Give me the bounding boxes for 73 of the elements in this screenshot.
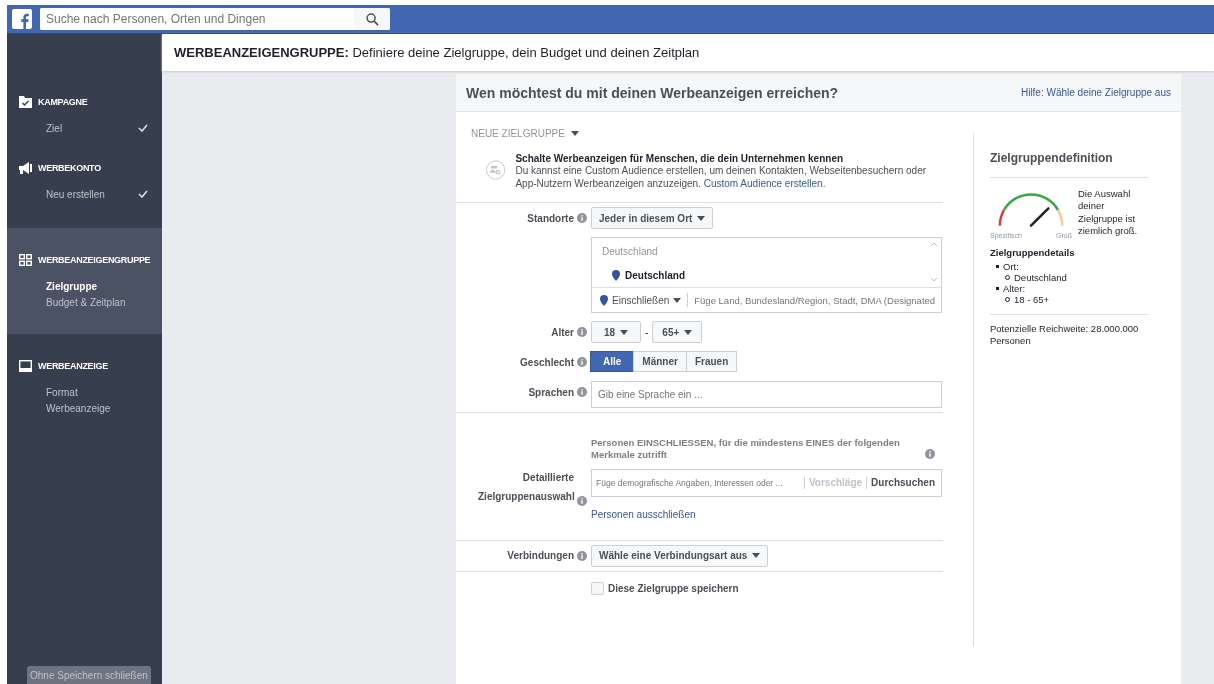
help-link[interactable]: Hilfe: Wähle deine Zielgruppe aus: [1020, 87, 1171, 98]
grid-icon: [19, 254, 32, 266]
sidebar-item[interactable]: Werbeanzeige: [46, 402, 111, 414]
info-icon[interactable]: [577, 213, 587, 223]
gender-option[interactable]: Frauen: [685, 351, 738, 372]
caret-icon: [684, 329, 693, 335]
caret-icon: [697, 215, 706, 221]
gauge-description: Die Auswahl deiner Zielgruppe ist ziemlich groß.: [1078, 188, 1139, 239]
include-dropdown[interactable]: Einschließen: [600, 293, 689, 307]
caret-icon: [620, 329, 629, 335]
caret-icon: [673, 297, 682, 303]
field-label: Detaillierte Zielgruppenauswahl: [478, 470, 574, 504]
detailed-targeting-field[interactable]: Füge demografische Angaben, Interessen oder ... Vorschläge Durchsuchen: [591, 468, 942, 497]
caret-icon: [570, 131, 579, 136]
save-audience-checkbox[interactable]: [591, 581, 604, 595]
search-icon: [365, 12, 379, 26]
language-field[interactable]: Gib eine Sprache ein ...: [591, 381, 942, 408]
custom-audience-text: Du kannst eine Custom Audience erstellen, um deinen Kontakten, Webseitenbesuchern oder App-Nutzern Werbeanzeigen anzuzeigen. Custom Audience erstellen.: [515, 165, 928, 190]
sidebar-section-title[interactable]: WERBEANZEIGENGRUPPE: [38, 255, 151, 265]
custom-audience-title: Schalte Werbeanzeigen für Menschen, die dein Unternehmen kennen: [515, 153, 845, 164]
sidebar-section-title[interactable]: WERBEANZEIGE: [38, 361, 108, 371]
field-label: Geschlecht: [520, 356, 574, 368]
caret-icon: [752, 553, 761, 559]
gender-option[interactable]: Männer: [633, 351, 687, 372]
info-icon[interactable]: [577, 327, 587, 337]
age-to-dropdown[interactable]: 65+: [652, 321, 703, 343]
sidebar-item[interactable]: Zielgruppe: [46, 280, 98, 292]
folder-check-icon: [19, 96, 32, 108]
detail-item: Ort:: [1003, 261, 1019, 272]
checkbox-label: Diese Zielgruppe speichern: [608, 582, 739, 594]
age-from-dropdown[interactable]: 18: [591, 321, 641, 343]
location-search-field[interactable]: Füge Land, Bundesland/Region, Stadt, DMA (Designated: [688, 294, 941, 306]
card-heading: Wen möchtest du mit deinen Werbeanzeigen erreichen?: [466, 84, 839, 101]
exclude-people-link[interactable]: Personen ausschließen: [591, 508, 696, 520]
targeting-hint: Personen EINSCHLIESSEN, für die mindestens EINES der folgenden Merkmale zutrifft: [591, 437, 901, 461]
megaphone-icon: [19, 162, 32, 174]
create-custom-audience-link[interactable]: Custom Audience erstellen.: [703, 177, 826, 189]
potential-reach: Potenzielle Reichweite: 28.000.000 Personen: [990, 322, 1140, 347]
sidebar-item[interactable]: Budget & Zeitplan: [46, 296, 126, 308]
info-icon[interactable]: [577, 550, 587, 561]
search-field[interactable]: Suche nach Personen, Orten und Dingen: [40, 8, 390, 30]
details-title: Zielgruppendetails: [990, 247, 1076, 258]
field-label: Standorte: [527, 212, 574, 224]
detail-value: 18 - 65+: [1014, 293, 1050, 305]
detail-value: Deutschland: [1014, 271, 1067, 283]
location-type-dropdown[interactable]: Jeder in diesem Ort: [591, 207, 714, 229]
connection-type-dropdown[interactable]: Wähle eine Verbindungsart aus: [591, 544, 769, 567]
field-label: Sprachen: [528, 386, 574, 398]
selected-location[interactable]: Deutschland: [625, 270, 685, 281]
sidebar-section-title[interactable]: KAMPAGNE: [38, 97, 88, 107]
monitor-icon: [19, 360, 32, 372]
location-group: Deutschland: [602, 238, 931, 257]
scrollbar-drawing: [930, 240, 938, 284]
location-pin-icon: [600, 294, 608, 306]
sidebar-item[interactable]: Format: [46, 386, 78, 398]
panel-title: Zielgruppendefinition: [990, 151, 1148, 178]
search-button[interactable]: [354, 8, 390, 30]
logo-icon[interactable]: [12, 9, 32, 29]
field-label: Alter: [551, 326, 574, 338]
age-separator: -: [645, 326, 649, 338]
info-icon[interactable]: [577, 357, 587, 367]
info-icon[interactable]: [925, 448, 935, 459]
info-icon[interactable]: [577, 387, 587, 397]
location-pin-icon: [612, 270, 620, 281]
gender-option[interactable]: Alle: [590, 351, 635, 372]
sidebar-item[interactable]: Ziel: [46, 122, 63, 134]
detail-item: Alter:: [1003, 282, 1026, 294]
field-label: Verbindungen: [507, 550, 574, 562]
sidebar-item[interactable]: Neu erstellen: [46, 188, 105, 200]
sidebar-section-title[interactable]: WERBEKONTO: [38, 163, 101, 173]
browse-link[interactable]: Durchsuchen: [871, 477, 935, 489]
info-icon[interactable]: [577, 495, 587, 506]
page-title: WERBEANZEIGENGRUPPE: Definiere deine Zielgruppe, dein Budget und deinen Zeitplan: [174, 45, 700, 60]
